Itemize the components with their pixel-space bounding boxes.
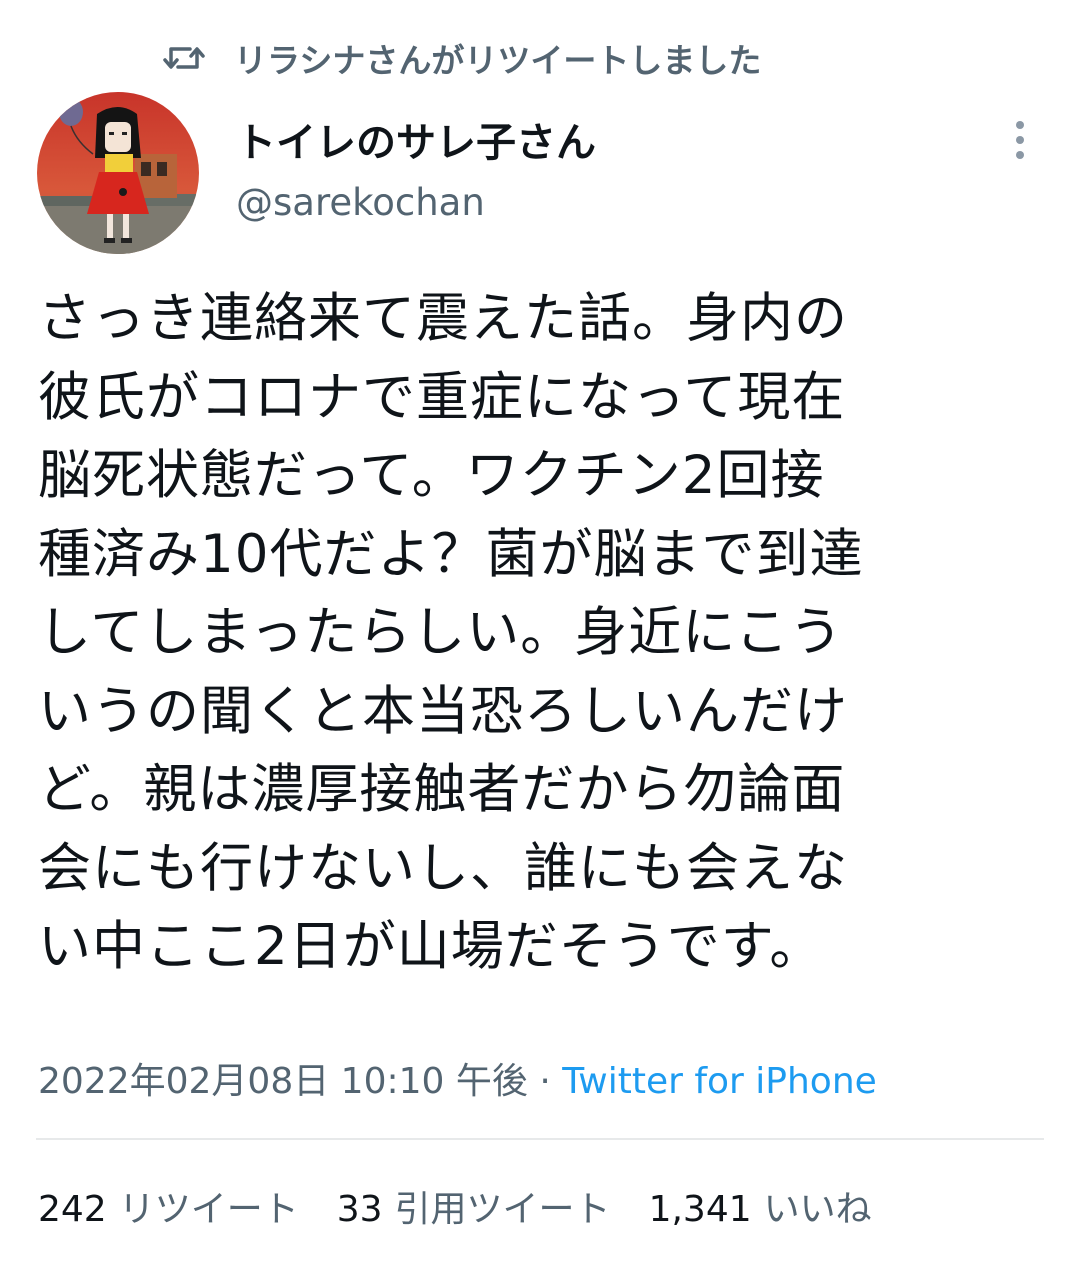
avatar-illustration: [37, 92, 199, 254]
retweets-stat[interactable]: 242 リツイート: [38, 1180, 299, 1232]
divider: [36, 1138, 1044, 1140]
more-options-button[interactable]: [1000, 112, 1040, 168]
tweet-text-line: 脳死状態だって。ワクチン2回接: [38, 445, 825, 506]
quotes-stat[interactable]: 33 引用ツイート: [337, 1180, 611, 1232]
quotes-count: 33: [336, 1189, 383, 1230]
tweet-meta: 2022年02月08日 10:10 午後 · Twitter for iPhon…: [38, 1052, 877, 1104]
tweet-text-line: 種済み10代だよ？菌が脳まで到達: [38, 523, 864, 585]
likes-count: 1,341: [648, 1189, 752, 1230]
tweet-text-line: さっき連絡来て震えた話。身内の: [38, 288, 848, 349]
retweet-header[interactable]: リラシナさんがリツイートしました: [160, 30, 761, 86]
retweets-label: リツイート: [118, 1189, 299, 1230]
tweet-text-line: ど。親は濃厚接触者だから勿論面: [38, 759, 846, 820]
tweet-text-line: してしまったらしい。身近にこう: [38, 602, 844, 663]
retweets-count: 242: [38, 1189, 107, 1230]
tweet-text-line: いうの聞くと本当恐ろしいんだけ: [38, 680, 848, 742]
quotes-label: 引用ツイート: [394, 1189, 611, 1230]
likes-label: いいね: [763, 1189, 872, 1230]
tweet-stats: 242 リツイート 33 引用ツイート 1,341 いいね: [38, 1180, 910, 1232]
tweet-text-line: 会にも行けないし、誰にも会えな: [38, 837, 848, 899]
more-icon-dot: [1016, 121, 1024, 129]
tweet-text: さっき連絡来て震えた話。身内の 彼氏がコロナで重症になって現在 脳死状態だって。…: [38, 280, 1048, 987]
tweet-text-line: 彼氏がコロナで重症になって現在: [38, 366, 846, 428]
retweet-header-text: リラシナさんがリツイートしました: [234, 41, 762, 80]
more-icon-dot: [1016, 136, 1024, 144]
avatar[interactable]: [37, 92, 199, 254]
author-handle[interactable]: @sarekochan: [236, 181, 485, 224]
likes-stat[interactable]: 1,341 いいね: [649, 1180, 872, 1232]
tweet-source-link[interactable]: Twitter for iPhone: [562, 1061, 877, 1102]
tweet-timestamp[interactable]: 2022年02月08日 10:10 午後: [38, 1061, 528, 1102]
meta-separator: ·: [539, 1061, 551, 1102]
more-icon-dot: [1016, 151, 1024, 159]
tweet-text-line: い中ここ2日が山場だそうです。: [38, 916, 824, 977]
retweet-icon: [160, 38, 208, 78]
author-display-name[interactable]: トイレのサレ子さん: [236, 110, 596, 168]
